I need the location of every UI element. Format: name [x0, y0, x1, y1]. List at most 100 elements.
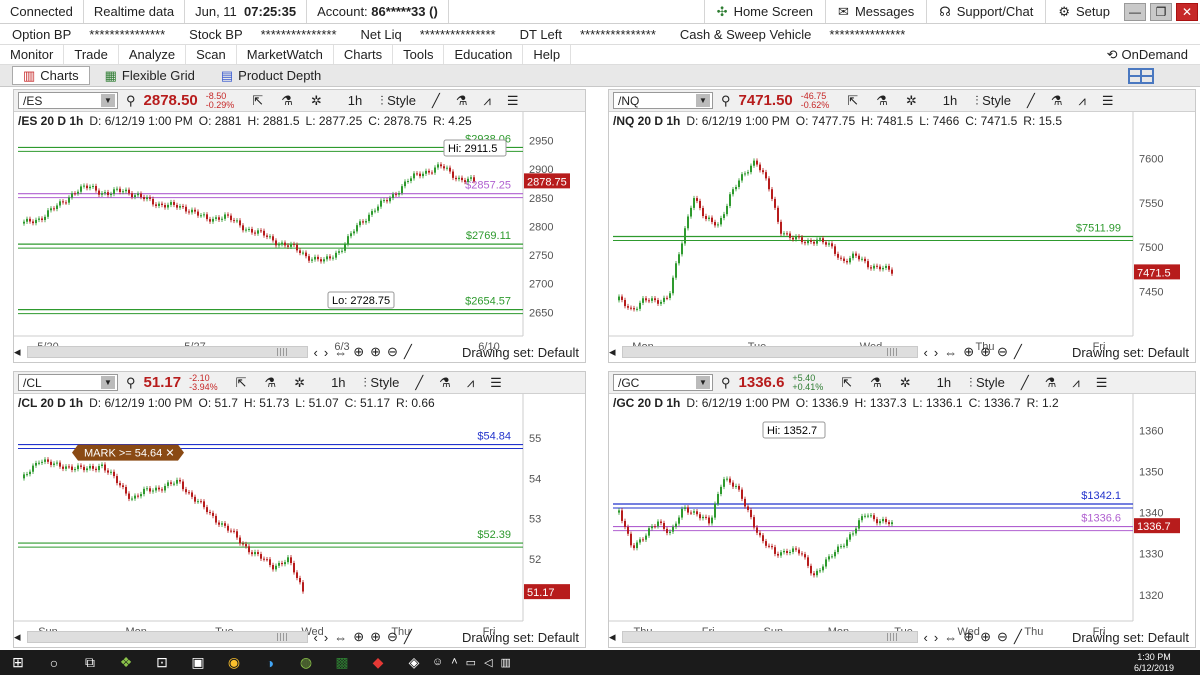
taskbar-clock[interactable]: 1:30 PM 6/12/2019: [1134, 652, 1200, 674]
symbol-selector[interactable]: /ES ▼: [18, 92, 118, 109]
time-scrollbar[interactable]: [621, 631, 918, 643]
zoom-out-icon[interactable]: ⊖: [997, 344, 1008, 360]
setup-button[interactable]: ⚙ Setup: [1045, 0, 1122, 23]
symbol-selector[interactable]: /NQ ▼: [613, 92, 713, 109]
menu-icon[interactable]: ☰: [490, 375, 502, 391]
account-select[interactable]: Account: 86*****33 (): [307, 0, 449, 23]
menu-education[interactable]: Education: [444, 45, 524, 64]
zoom-in-icon[interactable]: ⊕: [370, 629, 381, 645]
drawing-set-selector[interactable]: Drawing set: Default: [1072, 345, 1195, 360]
settings-icon[interactable]: ✲: [906, 93, 917, 109]
layout-grid-icon[interactable]: [1128, 67, 1154, 84]
menu-analyze[interactable]: Analyze: [119, 45, 187, 64]
crosshair-icon[interactable]: ⊕: [353, 629, 364, 645]
scroll-back-icon[interactable]: ‹: [924, 630, 928, 645]
excel-icon[interactable]: ▩: [324, 654, 360, 671]
drawing-tool-icon[interactable]: ╱: [1014, 629, 1022, 645]
link-icon[interactable]: ⚲: [721, 375, 731, 391]
zoom-in-icon[interactable]: ⊕: [980, 344, 991, 360]
drawing-tool-icon[interactable]: ╱: [1014, 344, 1022, 360]
style-menu[interactable]: ⫶ Style: [364, 375, 400, 391]
drawing-set-selector[interactable]: Drawing set: Default: [1072, 630, 1195, 645]
minimize-button[interactable]: —: [1124, 2, 1146, 21]
settings-icon[interactable]: ✲: [900, 375, 911, 391]
pattern-icon[interactable]: ⩘: [467, 375, 474, 391]
support-button[interactable]: ☊ Support/Chat: [926, 0, 1045, 23]
link-icon[interactable]: ⚲: [721, 93, 731, 109]
pattern-icon[interactable]: ⩘: [1072, 375, 1079, 391]
style-menu[interactable]: ⫶ Style: [969, 375, 1005, 391]
crosshair-icon[interactable]: ⊕: [353, 344, 364, 360]
zoom-out-icon[interactable]: ⊖: [387, 344, 398, 360]
drawing-tool-icon[interactable]: ╱: [404, 629, 412, 645]
scroll-fwd-icon[interactable]: ›: [934, 630, 938, 645]
drawing-set-selector[interactable]: Drawing set: Default: [462, 630, 585, 645]
windows-start-icon[interactable]: ⊞: [0, 654, 36, 671]
flask-icon[interactable]: ⚗: [870, 375, 882, 391]
menu-icon[interactable]: ☰: [1096, 375, 1108, 391]
menu-icon[interactable]: ☰: [507, 93, 519, 109]
study-flask-icon[interactable]: ⚗: [456, 93, 468, 109]
menu-charts[interactable]: Charts: [334, 45, 394, 64]
close-button[interactable]: ✕: [1176, 2, 1198, 21]
zoom-in-icon[interactable]: ⊕: [980, 629, 991, 645]
pan-icon[interactable]: ⇔: [944, 345, 957, 360]
symbol-selector[interactable]: /CL ▼: [18, 374, 118, 391]
scroll-left-icon[interactable]: ◂: [609, 629, 616, 645]
timeframe-selector[interactable]: 1h: [943, 93, 957, 108]
pan-icon[interactable]: ⇔: [334, 630, 347, 645]
settings-icon[interactable]: ✲: [294, 375, 305, 391]
draw-line-icon[interactable]: ╱: [432, 93, 440, 109]
menu-tools[interactable]: Tools: [393, 45, 445, 64]
app-icon-1[interactable]: ❖: [108, 654, 144, 671]
scroll-thumb[interactable]: [886, 348, 897, 356]
zoom-in-icon[interactable]: ⊕: [370, 344, 381, 360]
home-screen-button[interactable]: ✣ Home Screen: [703, 0, 825, 23]
crosshair-icon[interactable]: ⊕: [963, 629, 974, 645]
menu-marketwatch[interactable]: MarketWatch: [237, 45, 334, 64]
pdf-icon[interactable]: ◆: [360, 654, 396, 671]
flask-icon[interactable]: ⚗: [265, 375, 277, 391]
settings-icon[interactable]: ✲: [311, 93, 322, 109]
chevron-up-icon[interactable]: ˄: [451, 656, 457, 669]
store-icon[interactable]: ▣: [180, 654, 216, 671]
app-icon-3[interactable]: ◑: [252, 655, 288, 671]
draw-line-icon[interactable]: ╱: [415, 375, 423, 391]
zoom-out-icon[interactable]: ⊖: [997, 629, 1008, 645]
task-view-icon[interactable]: ⧉: [72, 654, 108, 671]
app-icon-5[interactable]: ◈: [396, 654, 432, 671]
search-icon[interactable]: ○: [36, 655, 72, 671]
maximize-button[interactable]: ❐: [1150, 2, 1172, 21]
symbol-selector[interactable]: /GC ▼: [613, 374, 713, 391]
link-icon[interactable]: ⚲: [126, 375, 136, 391]
time-scrollbar[interactable]: [26, 346, 308, 358]
scroll-back-icon[interactable]: ‹: [314, 630, 318, 645]
menu-scan[interactable]: Scan: [186, 45, 237, 64]
share-icon[interactable]: ⇱: [252, 93, 263, 109]
scroll-back-icon[interactable]: ‹: [924, 345, 928, 360]
menu-icon[interactable]: ☰: [1102, 93, 1114, 109]
pattern-icon[interactable]: ⩘: [1079, 93, 1086, 109]
volume-icon[interactable]: ◁: [484, 656, 492, 669]
flask-icon[interactable]: ⚗: [281, 93, 293, 109]
scroll-thumb[interactable]: [276, 633, 287, 641]
network-icon[interactable]: ▭: [466, 656, 476, 669]
flask-icon[interactable]: ⚗: [876, 93, 888, 109]
tab-charts[interactable]: ▥ Charts: [12, 66, 90, 85]
study-flask-icon[interactable]: ⚗: [1045, 375, 1057, 391]
timeframe-selector[interactable]: 1h: [331, 375, 345, 390]
menu-monitor[interactable]: Monitor: [0, 45, 65, 64]
app-icon-2[interactable]: ⊡: [144, 654, 180, 671]
app-icon-4[interactable]: ◍: [288, 654, 324, 671]
scroll-left-icon[interactable]: ◂: [14, 629, 21, 645]
timeframe-selector[interactable]: 1h: [937, 375, 951, 390]
pan-icon[interactable]: ⇔: [334, 345, 347, 360]
messages-button[interactable]: ✉ Messages: [825, 0, 926, 23]
menu-trade[interactable]: Trade: [64, 45, 119, 64]
drawing-tool-icon[interactable]: ╱: [404, 344, 412, 360]
crosshair-icon[interactable]: ⊕: [963, 344, 974, 360]
scroll-left-icon[interactable]: ◂: [14, 344, 21, 360]
drawing-set-selector[interactable]: Drawing set: Default: [462, 345, 585, 360]
scroll-back-icon[interactable]: ‹: [314, 345, 318, 360]
zoom-out-icon[interactable]: ⊖: [387, 629, 398, 645]
